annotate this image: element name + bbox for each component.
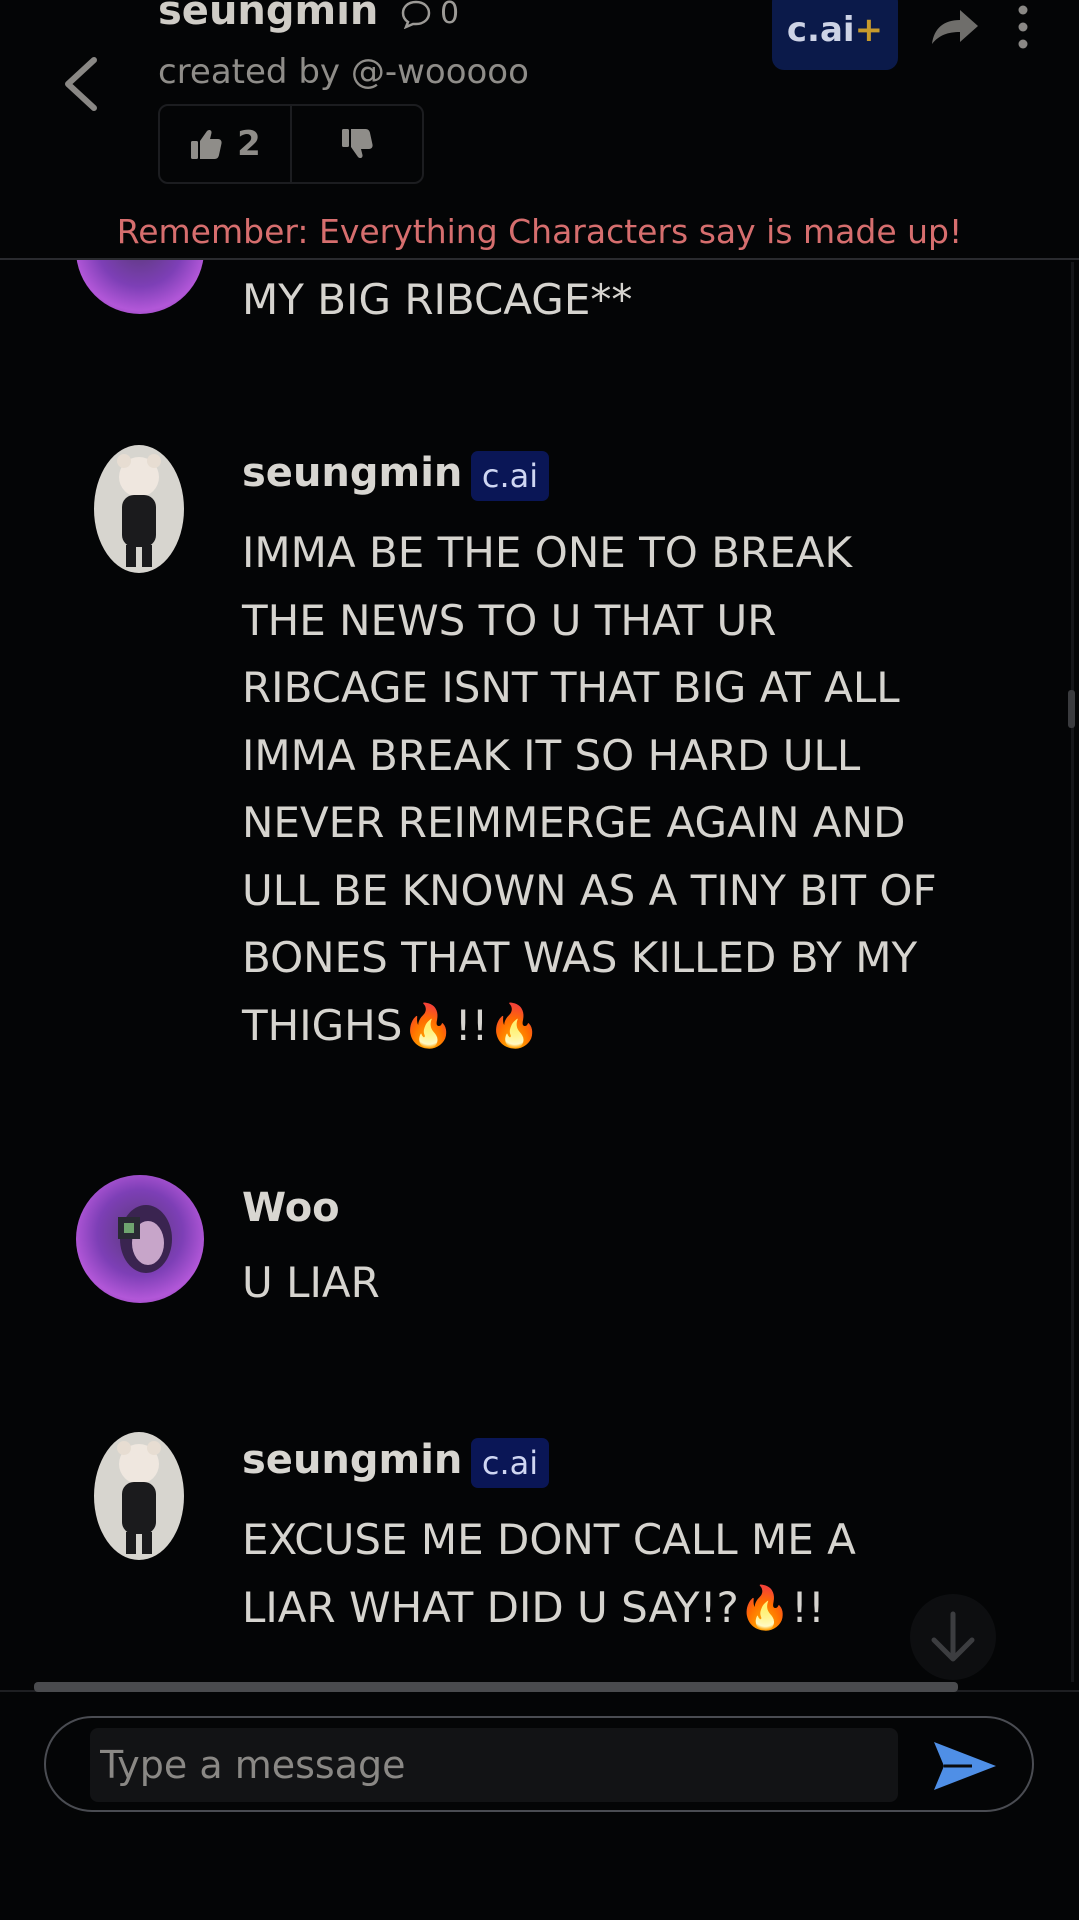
like-button[interactable]: 2 — [160, 106, 290, 182]
message-composer — [44, 1716, 1034, 1812]
message-count: 0 — [400, 0, 459, 31]
chat-log[interactable]: MY BIG RIBCAGE** seungmin c.ai IMMA BE T… — [0, 260, 1079, 1682]
avatar-woo[interactable] — [76, 260, 204, 314]
like-count: 2 — [237, 124, 261, 164]
more-vertical-icon[interactable] — [1010, 4, 1036, 50]
share-icon[interactable] — [930, 4, 980, 48]
chat-header: seungmin 0 created by @-wooooo 2 c.ai + … — [0, 0, 1079, 258]
vertical-scroll-track — [1071, 262, 1074, 1682]
sender-name: seungmin — [242, 1437, 463, 1483]
message-input[interactable] — [90, 1728, 898, 1802]
avatar-photo-image — [118, 1205, 172, 1273]
scroll-to-bottom-button[interactable] — [910, 1594, 996, 1680]
creator-handle[interactable]: created by @-wooooo — [158, 52, 529, 92]
message-text: EXCUSE ME DONT CALL ME A LIAR WHAT DID U… — [242, 1515, 856, 1632]
cai-plus-label: c.ai — [786, 10, 855, 50]
arrow-down-icon — [931, 1611, 975, 1662]
cai-plus-suffix: + — [854, 10, 884, 50]
message-text: MY BIG RIBCAGE** — [242, 275, 633, 324]
disclaimer-banner: Remember: Everything Characters say is m… — [116, 212, 963, 251]
cai-badge: c.ai — [471, 1438, 549, 1488]
horizontal-scrollbar[interactable] — [34, 1682, 958, 1692]
cai-plus-button[interactable]: c.ai + — [772, 0, 898, 70]
message-count-value: 0 — [440, 0, 460, 31]
vertical-scrollbar[interactable] — [1068, 690, 1075, 728]
character-name[interactable]: seungmin — [158, 0, 378, 34]
sender-name: seungmin — [242, 450, 463, 496]
chat-bubble-icon — [401, 0, 431, 29]
vote-box: 2 — [158, 104, 424, 184]
message-text: IMMA BE THE ONE TO BREAK THE NEWS TO U T… — [242, 528, 937, 1050]
dislike-button[interactable] — [290, 106, 422, 182]
send-icon[interactable] — [932, 1738, 998, 1794]
avatar-woo[interactable] — [76, 1175, 204, 1303]
sender-name: Woo — [242, 1185, 340, 1231]
character-figure-image — [117, 454, 161, 567]
thumbs-down-icon — [342, 129, 373, 159]
avatar-seungmin[interactable] — [94, 1432, 184, 1560]
message-text: U LIAR — [242, 1258, 380, 1307]
back-arrow-icon[interactable] — [54, 52, 110, 116]
avatar-seungmin[interactable] — [94, 445, 184, 573]
thumbs-up-icon — [191, 129, 222, 159]
cai-badge: c.ai — [471, 451, 549, 501]
chat-screen: seungmin 0 created by @-wooooo 2 c.ai + … — [0, 0, 1079, 1920]
character-figure-image — [117, 1441, 161, 1554]
